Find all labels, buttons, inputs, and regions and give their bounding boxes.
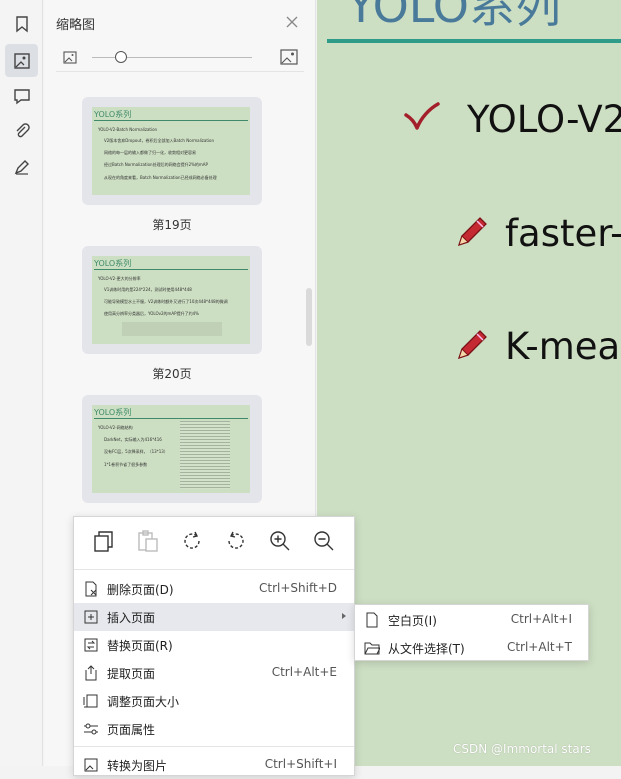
slide-line: DarkNet，实际输入为416*416 <box>104 437 162 442</box>
signature-icon[interactable] <box>5 150 38 183</box>
submenu-item-blank-page[interactable]: 空白页(I) Ctrl+Alt+I <box>355 606 588 634</box>
submenu-item-from-file[interactable]: 从文件选择(T) Ctrl+Alt+T <box>355 634 588 662</box>
slide-preview: YOLO系列 YOLO-V2-更大的分辨率 V1训练时用的是224*224，测试… <box>92 256 250 344</box>
submenu-item-shortcut: Ctrl+Alt+T <box>506 640 572 654</box>
thumbnail-label: 第20页 <box>152 367 192 381</box>
thumbnail-label: 第19页 <box>152 218 192 232</box>
slide-line: V1训练时用的是224*224，测试时使用448*448 <box>104 287 192 292</box>
extract-page-icon <box>85 665 97 681</box>
menu-item-page-properties[interactable]: 页面属性 <box>74 715 354 743</box>
slide-line: 使用高分辨率分类器后，YOLOv2的mAP提升了约4% <box>104 311 199 316</box>
insert-page-submenu: 空白页(I) Ctrl+Alt+I 从文件选择(T) Ctrl+Alt+T <box>354 604 589 661</box>
slide-preview: YOLO系列 YOLO-V2-网络结构 DarkNet，实际输入为416*416… <box>92 405 250 493</box>
menu-divider <box>74 746 354 747</box>
slide-line: 1*1卷积节省了很多参数 <box>104 462 148 467</box>
zoom-out-icon[interactable] <box>312 529 336 553</box>
slide-figure <box>122 322 222 336</box>
checkmark-icon <box>404 102 440 130</box>
slide-preview: YOLO系列 YOLO-V2-Batch Normalization V2版本舍… <box>92 107 250 195</box>
slide-line: 网络的每一层的输入都做了归一化，收敛相对更容易 <box>104 150 196 155</box>
bullet-text: faster- <box>505 212 621 255</box>
left-toolbar <box>0 0 43 766</box>
page-properties-icon <box>84 723 98 735</box>
slide-divider <box>94 269 248 270</box>
submenu-item-label: 从文件选择(T) <box>388 642 465 656</box>
zoom-in-image-icon[interactable] <box>280 49 298 65</box>
folder-icon <box>364 642 380 655</box>
convert-image-icon <box>84 758 98 772</box>
page-context-menu: 删除页面(D) Ctrl+Shift+D 插入页面 替换页面(R) 提取页面 C… <box>73 516 355 776</box>
zoom-out-image-icon[interactable] <box>63 51 77 64</box>
menu-item-shortcut: Ctrl+Alt+E <box>271 665 337 679</box>
menu-item-insert-page[interactable]: 插入页面 <box>74 603 354 631</box>
replace-page-icon <box>84 638 98 652</box>
rotate-right-icon[interactable] <box>180 529 204 553</box>
menu-toolbar <box>74 517 354 570</box>
menu-item-shortcut: Ctrl+Shift+D <box>259 581 337 595</box>
insert-page-icon <box>84 610 98 624</box>
menu-item-label: 插入页面 <box>107 611 156 625</box>
menu-item-label: 页面属性 <box>107 723 156 737</box>
slide-line: YOLO-V2-更大的分辨率 <box>98 276 141 281</box>
copy-icon[interactable] <box>92 529 116 553</box>
slide-line: 没有FC层，5次降采样，（13*13） <box>104 449 168 454</box>
slide-divider <box>94 120 248 121</box>
thumbnail-icon[interactable] <box>5 44 38 77</box>
thumbnail-page-21[interactable]: YOLO系列 YOLO-V2-网络结构 DarkNet，实际输入为416*416… <box>82 395 262 503</box>
delete-page-icon <box>85 581 97 597</box>
pencil-icon <box>457 217 487 247</box>
submenu-arrow-icon <box>342 613 346 619</box>
slide-line: YOLO-V2-Batch Normalization <box>98 127 158 132</box>
menu-item-label: 替换页面(R) <box>107 639 173 653</box>
slide-title: YOLO系列 <box>94 408 132 417</box>
menu-item-label: 调整页面大小 <box>107 695 180 709</box>
slide-title: YOLO系列 <box>94 110 132 119</box>
menu-item-convert-image[interactable]: 转换为图片 Ctrl+Shift+I <box>74 751 354 779</box>
bullet-text: YOLO-V2 <box>467 98 621 141</box>
comment-icon[interactable] <box>5 79 38 112</box>
bullet-text: K-mea <box>505 325 621 368</box>
page-title: YOLO系列 <box>347 0 561 33</box>
panel-scrollbar[interactable] <box>306 288 312 346</box>
slide-divider <box>94 418 248 419</box>
menu-item-replace-page[interactable]: 替换页面(R) <box>74 631 354 659</box>
thumbnail-page-19[interactable]: YOLO系列 YOLO-V2-Batch Normalization V2版本舍… <box>82 97 262 205</box>
pencil-icon <box>457 330 487 360</box>
menu-item-delete-page[interactable]: 删除页面(D) Ctrl+Shift+D <box>74 575 354 603</box>
menu-item-resize-page[interactable]: 调整页面大小 <box>74 687 354 715</box>
slide-line: V2版本舍弃Dropout，卷积后全部加入Batch Normalization <box>104 138 215 143</box>
title-divider <box>327 39 621 43</box>
submenu-item-shortcut: Ctrl+Alt+I <box>510 612 572 626</box>
menu-item-label: 删除页面(D) <box>107 583 174 597</box>
menu-item-label: 提取页面 <box>107 667 156 681</box>
slide-title: YOLO系列 <box>94 259 132 268</box>
panel-title: 缩略图 <box>56 18 96 33</box>
zoom-in-icon[interactable] <box>268 529 292 553</box>
watermark: CSDN @Immortal stars <box>453 742 591 756</box>
slide-line: 经过Batch Normalization处理后的网络会提升2%的mAP <box>104 162 208 167</box>
rotate-left-icon[interactable] <box>224 529 248 553</box>
blank-page-icon <box>366 612 378 628</box>
submenu-item-label: 空白页(I) <box>388 614 437 628</box>
slide-table <box>180 421 230 489</box>
thumbnail-zoom-bar <box>56 44 304 72</box>
menu-item-shortcut: Ctrl+Shift+I <box>264 757 337 771</box>
bookmark-icon[interactable] <box>5 7 38 40</box>
menu-item-extract-page[interactable]: 提取页面 Ctrl+Alt+E <box>74 659 354 687</box>
paste-icon <box>136 529 160 553</box>
attachment-icon[interactable] <box>5 114 38 147</box>
close-icon[interactable] <box>284 14 300 30</box>
slide-line: YOLO-V2-网络结构 <box>98 425 133 430</box>
thumbnail-page-20[interactable]: YOLO系列 YOLO-V2-更大的分辨率 V1训练时用的是224*224，测试… <box>82 246 262 354</box>
slide-line: 可能导致模型水土不服，V2训练时额外又进行了10次448*448的微调 <box>104 299 228 304</box>
zoom-slider-handle[interactable] <box>115 51 127 63</box>
slide-line: 从现在的角度来看，Batch Normalization已经成网络必备处理 <box>104 175 217 180</box>
resize-page-icon <box>83 694 98 708</box>
